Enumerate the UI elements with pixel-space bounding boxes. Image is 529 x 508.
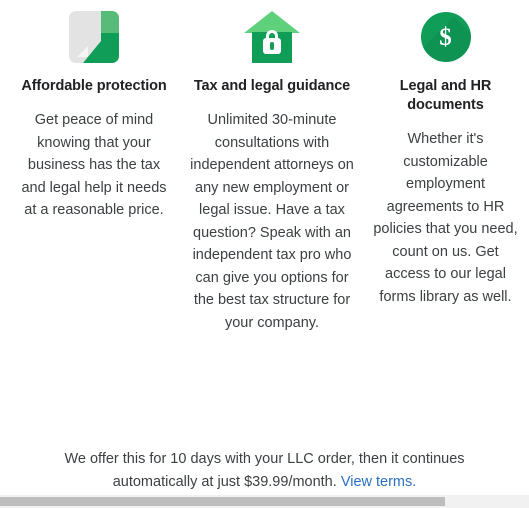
dollar-icon-glyph: $ bbox=[439, 23, 452, 51]
card-title: Affordable protection bbox=[21, 78, 167, 94]
icon-container: $ bbox=[370, 0, 521, 70]
card-body: Whether it's customizable employment agr… bbox=[373, 131, 518, 305]
promo-panel: Affordable protection Get peace of mind … bbox=[0, 0, 529, 494]
feature-columns: Affordable protection Get peace of mind … bbox=[0, 0, 529, 334]
document-icon-fold bbox=[77, 46, 88, 57]
document-icon-top-accent bbox=[101, 11, 119, 33]
document-icon-bottom-accent bbox=[101, 33, 119, 63]
feature-card-affordable-protection: Affordable protection Get peace of mind … bbox=[0, 0, 182, 222]
icon-container bbox=[190, 0, 354, 70]
view-terms-link[interactable]: View terms. bbox=[341, 474, 416, 490]
card-body: Unlimited 30-minute consultations with i… bbox=[190, 112, 354, 331]
horizontal-scrollbar-thumb[interactable] bbox=[0, 497, 445, 506]
card-title: Legal and HR documents bbox=[399, 78, 492, 113]
horizontal-scrollbar[interactable] bbox=[0, 494, 529, 508]
card-title: Tax and legal guidance bbox=[193, 78, 351, 94]
feature-card-tax-and-legal-guidance: Tax and legal guidance Unlimited 30-minu… bbox=[182, 0, 362, 334]
footer-disclaimer: We offer this for 10 days with your LLC … bbox=[0, 448, 529, 494]
feature-card-legal-and-hr-documents: $ Legal and HR documents Whether it's cu… bbox=[362, 0, 529, 308]
card-body: Get peace of mind knowing that your busi… bbox=[21, 112, 167, 218]
document-folded-corner-icon bbox=[69, 11, 119, 63]
padlock-icon-keyhole bbox=[270, 42, 274, 50]
dollar-circle-icon: $ bbox=[420, 12, 471, 62]
icon-container bbox=[14, 0, 174, 70]
house-with-padlock-icon bbox=[244, 11, 300, 63]
